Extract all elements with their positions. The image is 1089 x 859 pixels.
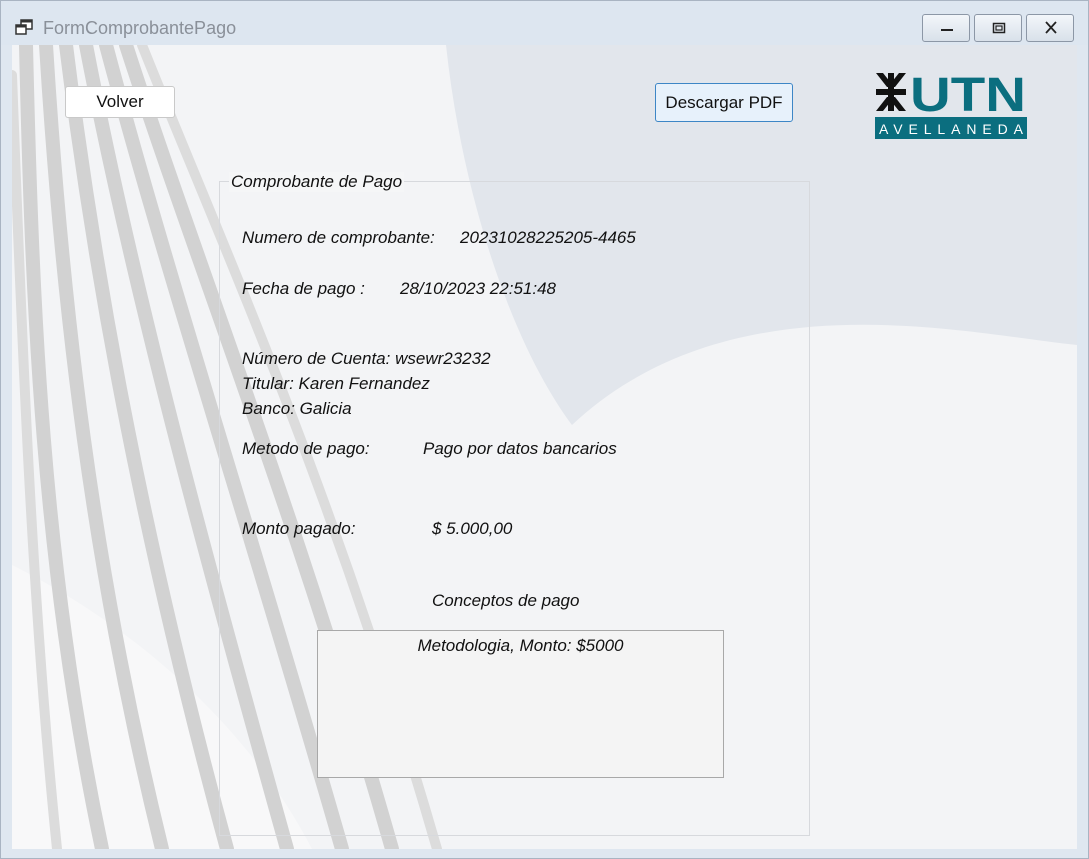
account-number-line: Número de Cuenta: wsewr23232 <box>242 349 491 368</box>
receipt-number-label: Numero de comprobante: <box>242 228 435 247</box>
logo-main-text: UTN <box>910 71 1026 122</box>
list-item[interactable]: Metodologia, Monto: $5000 <box>318 636 723 656</box>
form-client-area: Volver Descargar PDF UTN AVELLANEDA Comp… <box>12 45 1077 849</box>
payment-method-value: Pago por datos bancarios <box>423 439 617 458</box>
amount-paid-value: $ 5.000,00 <box>432 519 513 538</box>
receipt-number-value: 20231028225205-4465 <box>460 228 636 247</box>
account-holder-line: Titular: Karen Fernandez <box>242 374 430 393</box>
logo-sub-text: AVELLANEDA <box>879 121 1024 137</box>
form-window: FormComprobantePago Volver Descargar PDF… <box>0 0 1089 859</box>
download-pdf-button[interactable]: Descargar PDF <box>655 83 793 122</box>
bank-line: Banco: Galicia <box>242 399 352 418</box>
minimize-icon <box>941 29 953 31</box>
app-icon <box>15 19 33 35</box>
back-button[interactable]: Volver <box>65 86 175 118</box>
payment-method-label: Metodo de pago: <box>242 439 370 458</box>
payment-date-label: Fecha de pago : <box>242 279 365 298</box>
title-bar[interactable]: FormComprobantePago <box>1 1 1088 45</box>
utn-emblem-icon: UTN AVELLANEDA <box>875 69 1027 139</box>
payment-date-value: 28/10/2023 22:51:48 <box>400 279 556 298</box>
amount-paid-label: Monto pagado: <box>242 519 356 538</box>
close-button[interactable] <box>1026 14 1074 42</box>
maximize-icon <box>992 22 1006 34</box>
utn-logo: UTN AVELLANEDA <box>875 69 1029 141</box>
receipt-group-title: Comprobante de Pago <box>229 172 405 192</box>
minimize-button[interactable] <box>922 14 970 42</box>
close-icon <box>1045 21 1057 34</box>
window-title: FormComprobantePago <box>43 18 237 38</box>
concepts-list[interactable]: Metodologia, Monto: $5000 <box>317 630 724 778</box>
maximize-button[interactable] <box>974 14 1022 42</box>
concepts-title: Conceptos de pago <box>432 591 580 610</box>
